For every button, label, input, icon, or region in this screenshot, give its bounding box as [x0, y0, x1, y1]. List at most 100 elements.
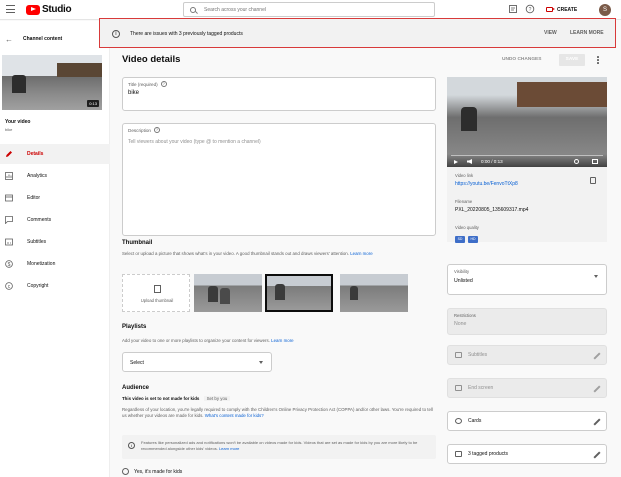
main-content: Video details UNDO CHANGES SAVE Title (r… — [111, 48, 621, 477]
audience-status-text: This video is set to not made for kids — [122, 396, 200, 401]
subtitles-icon — [455, 352, 462, 358]
sidebar-item-monetization[interactable]: $ Monetization — [0, 254, 110, 274]
sidebar-item-comments[interactable]: Comments — [0, 210, 110, 230]
view-button[interactable]: VIEW — [544, 30, 557, 36]
search-bar[interactable] — [183, 2, 435, 17]
visibility-value: Unlisted — [454, 278, 473, 284]
help-icon[interactable]: ? — [153, 127, 160, 133]
upload-thumbnail-button[interactable]: Upload thumbnail — [122, 274, 190, 312]
sidebar-item-details[interactable]: Details — [0, 144, 110, 164]
playlist-select[interactable]: Select — [122, 352, 272, 372]
analytics-icon — [5, 172, 13, 180]
chevron-down-icon — [259, 361, 263, 364]
more-options-icon[interactable] — [597, 56, 599, 64]
back-arrow-icon: ← — [5, 34, 13, 44]
edit-pencil-icon — [593, 385, 601, 393]
playlists-heading: Playlists — [122, 324, 147, 330]
learn-more-button[interactable]: LEARN MORE — [570, 30, 604, 36]
restrictions-field: Restrictions None — [447, 308, 607, 335]
thumbnail-option-1[interactable] — [194, 274, 262, 312]
edit-pencil-icon[interactable] — [593, 418, 601, 426]
sidebar-item-editor[interactable]: Editor — [0, 188, 110, 208]
undo-changes-button[interactable]: UNDO CHANGES — [502, 57, 541, 62]
sidebar-item-analytics[interactable]: Analytics — [0, 166, 110, 186]
kids-notice-text: Features like personalized ads and notif… — [141, 440, 418, 451]
sidebar-item-label: Subtitles — [27, 239, 47, 245]
end-screen-icon — [455, 385, 462, 391]
logo-text: Studio — [42, 4, 72, 15]
dollar-icon: $ — [5, 260, 13, 268]
avatar[interactable]: S — [599, 4, 611, 16]
video-link[interactable]: https://youtu.be/FenvoTtXp8 — [455, 181, 518, 187]
play-icon[interactable] — [454, 160, 458, 164]
tagged-products-row[interactable]: 3 tagged products — [447, 444, 607, 464]
your-video-title: Your video — [5, 119, 31, 125]
sidebar-item-label: Editor — [27, 195, 41, 201]
banner-message: There are issues with 3 previously tagge… — [130, 31, 243, 37]
sidebar-video-thumbnail[interactable]: 0:13 — [2, 55, 102, 110]
subtitles-icon — [5, 238, 13, 246]
audience-description: Regardless of your location, you're lega… — [122, 407, 436, 419]
cards-row[interactable]: Cards — [447, 411, 607, 431]
settings-gear-icon[interactable] — [574, 159, 579, 164]
edit-pencil-icon — [593, 352, 601, 360]
fullscreen-icon[interactable] — [592, 159, 598, 164]
info-icon: i — [112, 30, 120, 38]
filename-label: Filename — [455, 199, 473, 204]
sidebar-item-subtitles[interactable]: Subtitles — [0, 232, 110, 252]
restrictions-value: None — [454, 321, 467, 327]
title-field[interactable]: Title (required)? bike — [122, 77, 436, 111]
description-field[interactable]: Description? Tell viewers about your vid… — [122, 123, 436, 236]
audience-description-text: Regardless of your location, you're lega… — [122, 407, 433, 418]
hamburger-menu-icon[interactable] — [6, 5, 15, 13]
video-progress-bar[interactable] — [451, 155, 603, 156]
status-badge: Set by you — [203, 396, 231, 401]
made-for-kids-link[interactable]: What's content made for kids? — [205, 413, 264, 418]
help-icon[interactable]: ? — [160, 81, 167, 87]
edit-pencil-icon[interactable] — [593, 451, 601, 459]
copyright-icon: c — [5, 282, 13, 290]
top-bar: Studio ? CREATE S — [0, 0, 621, 20]
description-field-label: Description — [128, 127, 151, 133]
comments-icon — [5, 216, 13, 224]
kids-notice-learn-more-link[interactable]: Learn more — [219, 446, 239, 451]
title-field-label: Title (required) — [128, 81, 158, 87]
subtitles-row-label: Subtitles — [468, 352, 488, 358]
copy-icon[interactable] — [590, 177, 596, 184]
messages-icon[interactable] — [508, 4, 518, 14]
visibility-select[interactable]: Visibility Unlisted — [447, 264, 607, 295]
thumbnail-heading: Thumbnail — [122, 240, 153, 246]
description-input[interactable]: Tell viewers about your video (type @ to… — [128, 139, 261, 145]
thumbnail-learn-more-link[interactable]: Learn more — [350, 251, 372, 256]
visibility-label: Visibility — [454, 269, 470, 274]
upload-thumbnail-label: Upload thumbnail — [140, 298, 174, 303]
sidebar-item-label: Analytics — [27, 173, 48, 179]
playlists-learn-more-link[interactable]: Learn more — [271, 338, 293, 343]
thumbnail-option-2[interactable] — [265, 274, 333, 312]
editor-icon — [5, 194, 13, 202]
playlist-select-label: Select — [130, 360, 144, 366]
chevron-down-icon — [594, 275, 598, 278]
radio-button[interactable] — [122, 468, 129, 475]
quality-badge-sd: SD — [455, 236, 465, 243]
title-input[interactable]: bike — [128, 90, 139, 96]
save-button[interactable]: SAVE — [559, 54, 585, 66]
back-to-channel-content[interactable]: ← Channel content — [0, 27, 110, 51]
create-button[interactable]: CREATE — [546, 4, 577, 15]
sidebar-item-label: Monetization — [27, 261, 56, 267]
studio-logo[interactable]: Studio — [26, 4, 72, 15]
pencil-icon — [6, 151, 12, 157]
search-input[interactable] — [204, 6, 404, 13]
info-icon — [455, 418, 462, 424]
sidebar-item-copyright[interactable]: c Copyright — [0, 276, 110, 296]
video-link-label: Video link — [455, 173, 474, 178]
help-icon[interactable]: ? — [525, 4, 535, 14]
radio-made-for-kids-label: Yes, it's made for kids — [134, 468, 183, 475]
thumbnail-description-text: Select or upload a picture that shows wh… — [122, 251, 349, 256]
video-player[interactable]: 0:00 / 0:13 — [447, 77, 607, 167]
thumbnail-option-3[interactable] — [340, 274, 408, 312]
radio-made-for-kids[interactable]: Yes, it's made for kids — [122, 468, 182, 475]
youtube-play-icon — [26, 4, 40, 15]
video-quality-badges: SD HD — [455, 236, 481, 243]
create-label: CREATE — [557, 6, 578, 13]
